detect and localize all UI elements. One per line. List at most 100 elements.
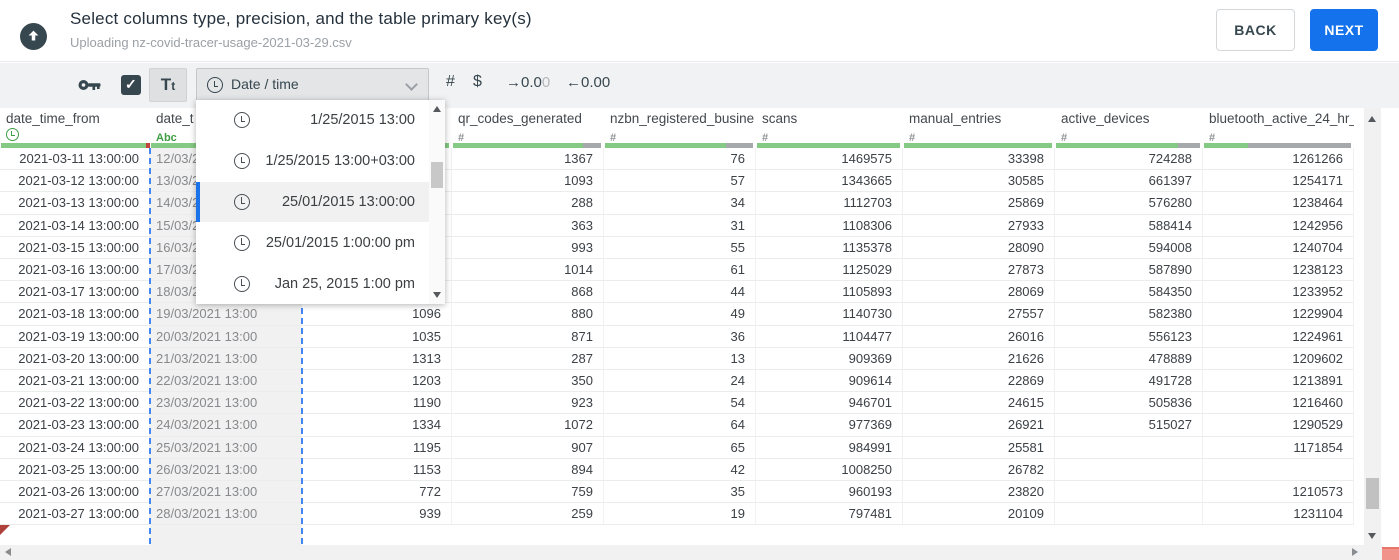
table-cell: 1242956 [1203, 214, 1354, 237]
table-cell: 1210573 [1203, 481, 1354, 504]
table-cell: 1238464 [1203, 192, 1354, 215]
table-cell: 1224961 [1203, 325, 1354, 348]
table-cell: 22/03/2021 13:00 [150, 370, 302, 393]
table-cell: 1367 [452, 148, 604, 171]
clock-icon [6, 128, 19, 141]
scroll-right-icon[interactable] [1352, 548, 1358, 556]
clock-icon [234, 234, 250, 251]
dropdown-option[interactable]: 1/25/2015 13:00+03:00 [196, 141, 429, 182]
table-cell: 26921 [903, 414, 1055, 437]
dropdown-scrollbar-thumb[interactable] [431, 162, 443, 188]
column-header-bluetooth_active_24_hr_[interactable]: bluetooth_active_24_hr_ # [1203, 108, 1354, 143]
column-header-qr_codes_generated[interactable]: qr_codes_generated # [452, 108, 604, 143]
table-cell: 44 [604, 281, 756, 304]
table-cell: 556123 [1055, 325, 1203, 348]
table-cell: 28069 [903, 281, 1055, 304]
table-cell: 27873 [903, 259, 1055, 282]
date-format-dropdown: 1/25/2015 13:00 1/25/2015 13:00+03:00 25/0… [196, 100, 445, 304]
table-cell: 57 [604, 170, 756, 193]
table-cell: 1343665 [756, 170, 903, 193]
table-horizontal-scrollbar[interactable] [0, 545, 1382, 560]
table-cell: 23/03/2021 13:00 [150, 392, 302, 415]
table-cell: 65 [604, 436, 756, 459]
column-header-scans[interactable]: scans # [756, 108, 903, 143]
integer-type-button[interactable]: # [446, 73, 455, 91]
table-cell: 1014 [452, 259, 604, 282]
type-select[interactable]: Date / time [196, 68, 429, 102]
table-cell: 909614 [756, 370, 903, 393]
scroll-up-icon[interactable] [433, 106, 441, 112]
back-button[interactable]: BACK [1216, 9, 1295, 51]
highlighted-column-filler [150, 525, 302, 545]
table-cell: 587890 [1055, 259, 1203, 282]
scroll-up-icon[interactable] [1368, 116, 1376, 122]
dropdown-option-list: 1/25/2015 13:00 1/25/2015 13:00+03:00 25/0… [196, 100, 429, 304]
number-type-label: # [610, 132, 617, 143]
table-row: 2021-03-19 13:00:00 20/03/2021 13:00 1035 8… [0, 325, 1354, 348]
table-cell: 25/03/2021 13:00 [150, 436, 302, 459]
table-cell: 1104477 [756, 325, 903, 348]
table-cell: 993 [452, 236, 604, 259]
table-row: 2021-03-20 13:00:00 21/03/2021 13:00 1313 2… [0, 347, 1354, 370]
table-cell: 23820 [903, 481, 1055, 504]
scroll-down-icon[interactable] [433, 292, 441, 298]
currency-type-button[interactable]: $ [473, 73, 482, 91]
table-cell: 1213891 [1203, 370, 1354, 393]
table-row: 2021-03-21 13:00:00 22/03/2021 13:00 1203 3… [0, 370, 1354, 393]
dropdown-option[interactable]: 25/01/2015 1:00:00 pm [196, 222, 429, 263]
dropdown-option[interactable]: 1/25/2015 13:00 [196, 100, 429, 141]
include-column-checkbox[interactable] [121, 75, 141, 95]
increase-decimals-button[interactable]: ←0.00 [566, 74, 610, 91]
table-cell: 515027 [1055, 414, 1203, 437]
column-header-nzbn_registered_busine[interactable]: nzbn_registered_busine # [604, 108, 756, 143]
table-cell: 1313 [302, 347, 452, 370]
table-cell: 20109 [903, 503, 1055, 526]
table-cell: 287 [452, 347, 604, 370]
decrease-decimals-button[interactable]: →0.00 [506, 74, 550, 91]
app-window: Select columns type, precision, and the … [0, 0, 1399, 560]
table-cell: 24615 [903, 392, 1055, 415]
table-cell: 2021-03-16 13:00:00 [0, 259, 150, 282]
scroll-down-icon[interactable] [1368, 533, 1376, 539]
column-type-indicator: # [1061, 128, 1067, 143]
column-type-indicator: # [909, 128, 915, 143]
right-arrow-icon: → [506, 74, 521, 91]
table-cell: 582380 [1055, 303, 1203, 326]
table-cell: 31 [604, 214, 756, 237]
table-cell: 36 [604, 325, 756, 348]
column-header-active_devices[interactable]: active_devices # [1055, 108, 1203, 143]
table-cell: 939 [302, 503, 452, 526]
table-cell [1055, 503, 1203, 526]
table-vertical-scrollbar[interactable] [1364, 108, 1381, 545]
table-cell: 34 [604, 192, 756, 215]
dropdown-option[interactable]: Jan 25, 2015 1:00 pm [196, 263, 429, 304]
primary-key-icon[interactable] [78, 78, 102, 92]
vertical-scrollbar-thumb[interactable] [1366, 478, 1379, 509]
column-name: date_time_from [6, 111, 100, 126]
scroll-left-icon[interactable] [5, 548, 11, 556]
table-cell [1055, 458, 1203, 481]
table-cell: 26016 [903, 325, 1055, 348]
column-header-manual_entries[interactable]: manual_entries # [903, 108, 1055, 143]
text-type-button[interactable]: Tt [149, 68, 187, 102]
column-header-date_time_from[interactable]: date_time_from [0, 108, 150, 143]
table-cell: 1203 [302, 370, 452, 393]
table-cell: 868 [452, 281, 604, 304]
table-cell: 594008 [1055, 236, 1203, 259]
upload-icon [20, 23, 47, 50]
table-cell: 33398 [903, 148, 1055, 171]
dropdown-scrollbar[interactable] [429, 100, 445, 304]
table-cell: 923 [452, 392, 604, 415]
table-cell: 2021-03-27 13:00:00 [0, 503, 150, 526]
table-cell: 55 [604, 236, 756, 259]
table-cell: 1108306 [756, 214, 903, 237]
dropdown-option[interactable]: 25/01/2015 13:00:00 [196, 181, 429, 223]
column-selection-border [149, 148, 151, 545]
overflow-marker-icon [0, 525, 10, 536]
table-cell: 1238123 [1203, 259, 1354, 282]
table-cell: 27/03/2021 13:00 [150, 481, 302, 504]
table-cell: 2021-03-15 13:00:00 [0, 236, 150, 259]
table-cell: 2021-03-12 13:00:00 [0, 170, 150, 193]
table-cell: 1125029 [756, 259, 903, 282]
next-button[interactable]: NEXT [1310, 9, 1378, 51]
